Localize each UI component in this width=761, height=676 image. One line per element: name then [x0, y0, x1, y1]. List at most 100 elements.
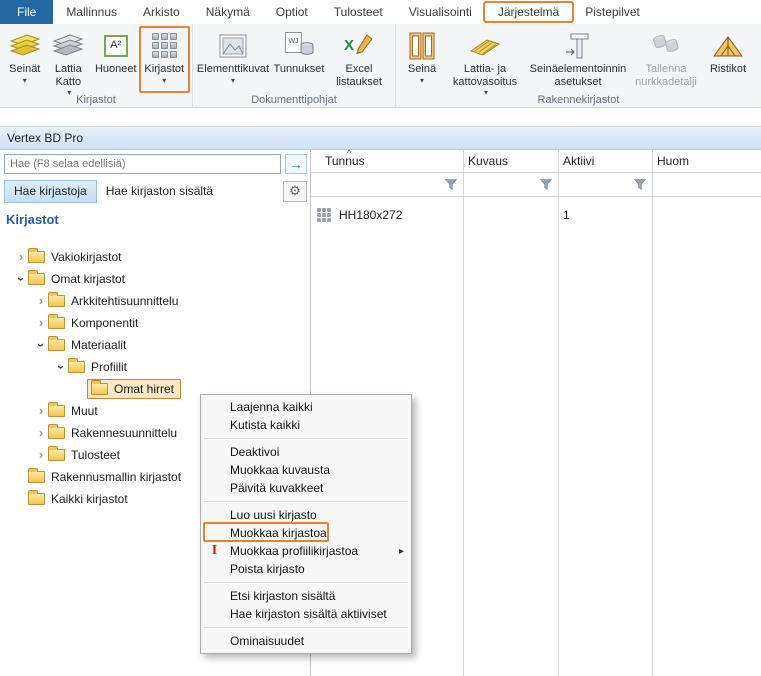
tab-label: Mallinnus: [66, 5, 118, 19]
menu-item-hae-kirjaston-sisalta-aktiiviset[interactable]: Hae kirjaston sisältä aktiiviset: [201, 605, 411, 623]
dropdown-caret-icon: ▾: [162, 75, 167, 85]
chevron-right-icon[interactable]: ›: [14, 250, 28, 264]
folder-icon: [28, 270, 45, 285]
settings-button[interactable]: ⚙: [283, 180, 307, 202]
folder-icon: [28, 490, 45, 505]
filter-funnel-icon[interactable]: [634, 178, 646, 190]
dropdown-caret-icon: ▾: [22, 75, 27, 85]
tab-search-library-contents[interactable]: Hae kirjaston sisältä: [97, 181, 222, 202]
menu-separator: [204, 627, 408, 628]
tab-label: Näkymä: [205, 5, 250, 19]
tree-item-materiaalit[interactable]: › Materiaalit: [0, 334, 310, 356]
panel-title-bar: Vertex BD Pro: [0, 126, 761, 150]
element-drawings-button[interactable]: Elementtikuvat ▾: [197, 26, 269, 92]
chevron-down-icon[interactable]: ›: [54, 360, 69, 374]
chevron-down-icon[interactable]: ›: [14, 272, 29, 286]
dropdown-caret-icon: ▾: [419, 75, 424, 85]
filter-cell-aktiivi[interactable]: [558, 172, 652, 196]
menu-item-deaktivoi[interactable]: Deaktivoi: [201, 443, 411, 461]
tab-arkisto[interactable]: Arkisto: [130, 0, 193, 24]
column-header-huom[interactable]: Huom: [652, 150, 761, 172]
menu-item-muokkaa-profiilikirjastoa[interactable]: I Muokkaa profiilikirjastoa ▸: [201, 542, 411, 560]
chevron-right-icon[interactable]: ›: [34, 404, 48, 418]
menu-item-laajenna-kaikki[interactable]: Laajenna kaikki: [201, 398, 411, 416]
menu-item-paivita-kuvakkeet[interactable]: Päivitä kuvakkeet: [201, 479, 411, 497]
menu-item-etsi-kirjaston-sisalta[interactable]: Etsi kirjaston sisältä: [201, 587, 411, 605]
column-header-tunnus[interactable]: Tunnus ^: [311, 148, 463, 172]
tab-file[interactable]: File: [0, 0, 54, 24]
chevron-right-icon[interactable]: ›: [34, 426, 48, 440]
chevron-right-icon[interactable]: ›: [34, 448, 48, 462]
menu-item-ominaisuudet[interactable]: Ominaisuudet: [201, 632, 411, 650]
tree-item-profiilit[interactable]: › Profiilit: [0, 356, 310, 378]
filter-row-divider: [311, 196, 761, 197]
tree-item-vakiokirjastot[interactable]: › Vakiokirjastot: [0, 246, 310, 268]
chevron-down-icon[interactable]: ›: [34, 338, 49, 352]
filter-funnel-icon[interactable]: [445, 178, 457, 190]
column-header-label: Tunnus: [325, 154, 365, 168]
save-corner-detail-button[interactable]: Tallenna nurkkadetalji: [630, 26, 702, 92]
menu-item-muokkaa-kirjastoa[interactable]: Muokkaa kirjastoa: [201, 522, 411, 542]
tab-pistepilvet[interactable]: Pistepilvet: [572, 0, 653, 24]
menu-item-luo-uusi-kirjasto[interactable]: Luo uusi kirjasto: [201, 506, 411, 524]
submenu-arrow-icon: ▸: [398, 545, 404, 557]
tab-optiot[interactable]: Optiot: [263, 0, 321, 24]
tab-label: Hae kirjastoja: [14, 183, 87, 198]
tab-label: Järjestelmä: [497, 5, 560, 19]
profile-library-icon: I: [206, 543, 223, 559]
column-header-kuvaus[interactable]: Kuvaus: [463, 150, 558, 172]
tab-mallinnus[interactable]: Mallinnus: [53, 0, 130, 24]
tab-nakyma[interactable]: Näkymä: [193, 0, 263, 24]
table-row[interactable]: HH180x272 1: [311, 202, 761, 228]
filter-cell-tunnus[interactable]: [311, 172, 463, 196]
button-label: Excel listaukset: [336, 63, 382, 88]
column-header-aktiivi[interactable]: Aktiivi: [558, 150, 652, 172]
tab-tulosteet[interactable]: Tulosteet: [321, 0, 396, 24]
menu-item-label: Hae kirjaston sisältä aktiiviset: [230, 607, 387, 621]
column-header-label: Aktiivi: [563, 154, 595, 168]
wall-structure-button[interactable]: Seinä ▾: [400, 26, 444, 92]
folder-icon: [48, 314, 65, 329]
tab-search-libraries[interactable]: Hae kirjastoja: [4, 179, 97, 203]
context-menu: Laajenna kaikki Kutista kaikki Deaktivoi…: [200, 394, 412, 654]
folder-icon: [48, 336, 65, 351]
column-divider[interactable]: [652, 150, 653, 676]
tree-item-komponentit[interactable]: › Komponentit: [0, 312, 310, 334]
menu-item-poista-kirjasto[interactable]: Poista kirjasto: [201, 560, 411, 578]
trusses-button[interactable]: Ristikot: [702, 26, 754, 92]
save-corner-detail-icon: [651, 29, 681, 62]
column-divider[interactable]: [558, 150, 559, 676]
menu-separator: [204, 501, 408, 502]
menu-item-label: Laajenna kaikki: [230, 400, 313, 414]
tab-jarjestelma[interactable]: Järjestelmä: [482, 0, 575, 24]
excel-lists-button[interactable]: X Excel listaukset: [329, 26, 389, 92]
walls-icon: [9, 29, 41, 62]
filter-cell-kuvaus[interactable]: [463, 172, 558, 196]
tree-item-arkkitehtisuunnittelu[interactable]: › Arkkitehtisuunnittelu: [0, 290, 310, 312]
filter-funnel-icon[interactable]: [540, 178, 552, 190]
search-input[interactable]: [4, 154, 281, 174]
tab-label: Arkisto: [143, 5, 180, 19]
chevron-right-icon[interactable]: ›: [34, 316, 48, 330]
cell-kuvaus: [463, 202, 558, 228]
menu-item-kutista-kaikki[interactable]: Kutista kaikki: [201, 416, 411, 434]
excel-x-glyph: X: [344, 36, 355, 54]
rooms-button[interactable]: A² Huoneet: [91, 26, 140, 92]
menu-item-label: Muokkaa profiilikirjastoa: [230, 544, 359, 558]
wall-paneling-settings-button[interactable]: Seinäelementoinnin asetukset: [526, 26, 630, 92]
tree-item-label: Arkkitehtisuunnittelu: [71, 294, 179, 308]
menu-item-label: Poista kirjasto: [230, 562, 305, 576]
button-label: Elementtikuvat: [196, 63, 270, 75]
chevron-right-icon[interactable]: ›: [34, 294, 48, 308]
floor-ceiling-button[interactable]: Lattia Katto ▾: [46, 26, 92, 97]
search-go-button[interactable]: →: [285, 154, 307, 174]
libraries-button[interactable]: Kirjastot ▾: [138, 26, 190, 93]
menu-item-muokkaa-kuvausta[interactable]: Muokkaa kuvausta: [201, 461, 411, 479]
tab-visualisointi[interactable]: Visualisointi: [396, 0, 485, 24]
tree-heading: Kirjastot: [6, 212, 59, 227]
tree-item-omat-kirjastot[interactable]: › Omat kirjastot: [0, 268, 310, 290]
floor-roof-joisting-button[interactable]: Lattia- ja kattovasoitus ▾: [444, 26, 526, 97]
walls-button[interactable]: Seinät ▾: [4, 26, 46, 92]
identifiers-button[interactable]: WJ Tunnukset: [269, 26, 329, 92]
column-divider[interactable]: [463, 150, 464, 676]
